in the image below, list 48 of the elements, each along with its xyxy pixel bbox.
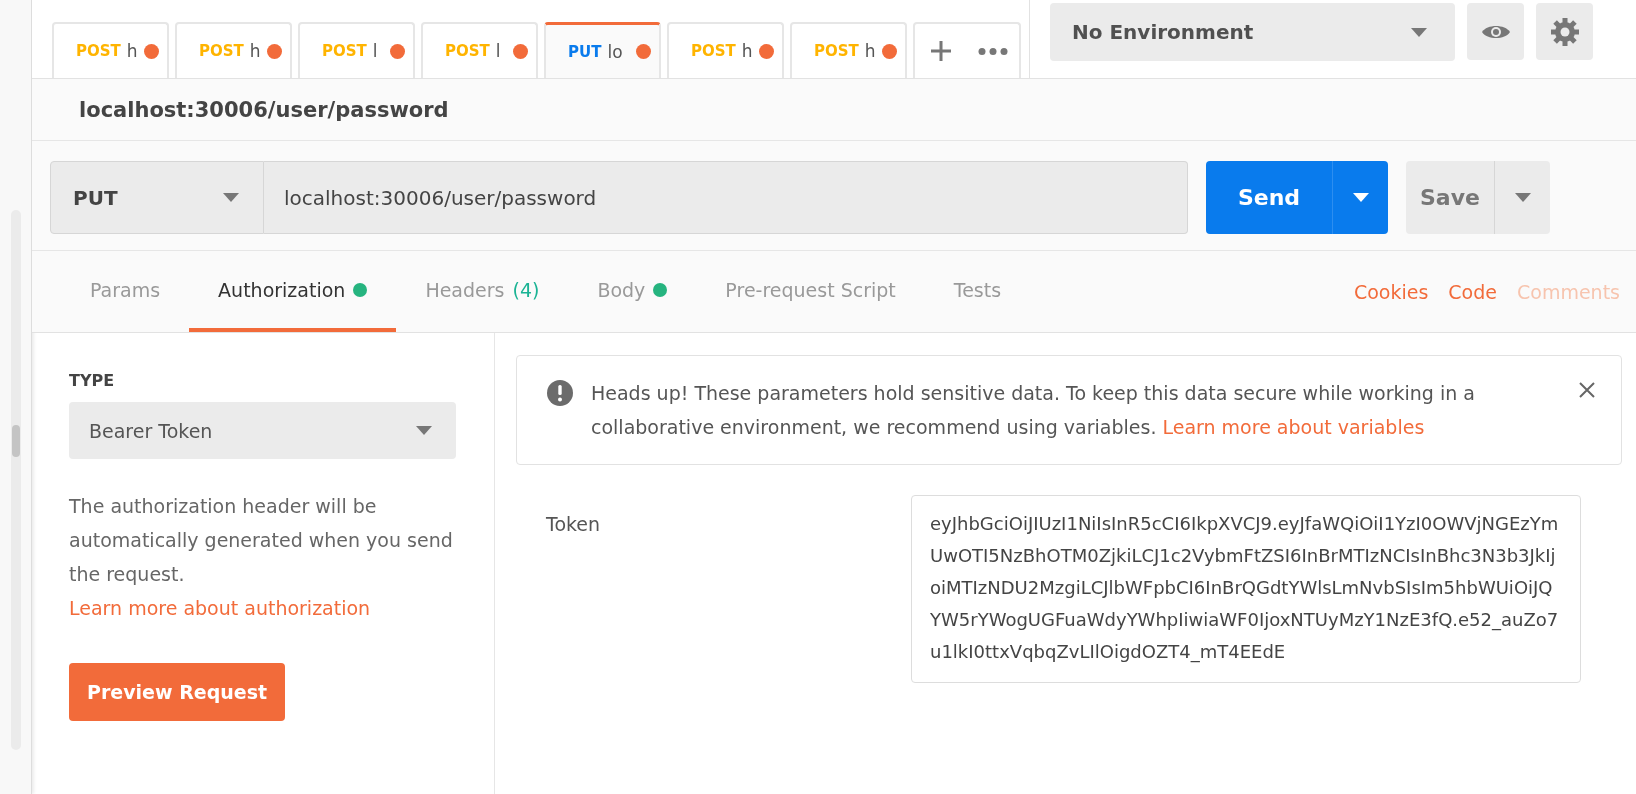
warning-text: Heads up! These parameters hold sensitive data. To keep this data secure while working in a collaborative environment, we recommend using variables. Learn more about variables: [591, 381, 1476, 440]
eye-button[interactable]: [1467, 3, 1524, 60]
request-tab[interactable]: POST h: [790, 22, 907, 78]
section-tab[interactable]: Authorization: [189, 251, 397, 332]
tab-label: h: [741, 41, 753, 61]
caret-icon: [416, 426, 432, 435]
auth-description: The authorization header will be automatically generated when you send the request. Learn more about authorization: [69, 494, 454, 621]
request-tab[interactable]: PUT lo: [544, 22, 661, 78]
scrollbar[interactable]: [10, 210, 21, 750]
method-label: POST: [814, 42, 859, 60]
tab-label: h: [864, 41, 876, 61]
request-tab[interactable]: POST l: [421, 22, 538, 78]
method-label: POST: [199, 42, 244, 60]
settings-icon: [1549, 16, 1580, 47]
method-label: PUT: [568, 42, 602, 61]
close-icon: [1579, 382, 1595, 398]
method-label: POST: [691, 42, 736, 60]
method-label: POST: [76, 42, 121, 60]
tab-label: h: [249, 41, 261, 61]
token-label: Token: [545, 512, 602, 537]
auth-type-dropdown[interactable]: Bearer Token: [69, 402, 456, 459]
method-label: POST: [322, 42, 367, 60]
caret-icon: [1514, 193, 1531, 202]
settings-button[interactable]: [1536, 3, 1593, 60]
url-field[interactable]: localhost:30006/user/password: [264, 161, 1188, 234]
request-tab[interactable]: POST h: [52, 22, 169, 78]
caret-icon: [1411, 27, 1427, 37]
tab-label: h: [126, 41, 138, 61]
request-title: localhost:30006/user/password: [32, 79, 1636, 141]
caret-icon: [223, 193, 239, 202]
tab-label: lo: [607, 41, 623, 62]
plus-icon: [930, 40, 952, 62]
method-label: POST: [445, 42, 490, 60]
request-tab[interactable]: POST h: [175, 22, 292, 78]
tab-label: l: [495, 41, 501, 61]
more-icon: [978, 47, 1008, 55]
request-tab[interactable]: POST l: [298, 22, 415, 78]
caret-icon: [1352, 193, 1369, 202]
tab-label: l: [372, 41, 378, 61]
token-field[interactable]: eyJhbGciOiJIUzI1NiIsInR5cCI6IkpXVCJ9.eyJfaWQiOiI1YzI0OWVjNGEzYmUwOTI5NzBhOTM0ZjkiLCJ1c2VybmFtZSI6InBrMTIzNCIsInBhc3N3b3JkIjoiMTIzNDU2MzgiLCJlbWFpbCI6InBrQGdtYWlsLmNvbSIsIm5hbWUiOiJQYW5rYWogUGFuaWdyYWhpIiwiaWF0IjoxNTUyMzY1NzE3fQ.e52_auZo7u1lkI0ttxVqbqZvLIlOigdOZT4_mT4EEdE: [911, 495, 1581, 683]
save-button[interactable]: Save: [1406, 161, 1494, 234]
warning-icon: [547, 380, 573, 406]
send-button[interactable]: Send: [1206, 161, 1332, 234]
type-label: TYPE: [69, 371, 116, 390]
method-dropdown[interactable]: PUT: [50, 161, 264, 234]
environment-dropdown[interactable]: No Environment: [1050, 3, 1455, 61]
request-tab[interactable]: POST h: [667, 22, 784, 78]
header-count: (4): [512, 278, 540, 301]
